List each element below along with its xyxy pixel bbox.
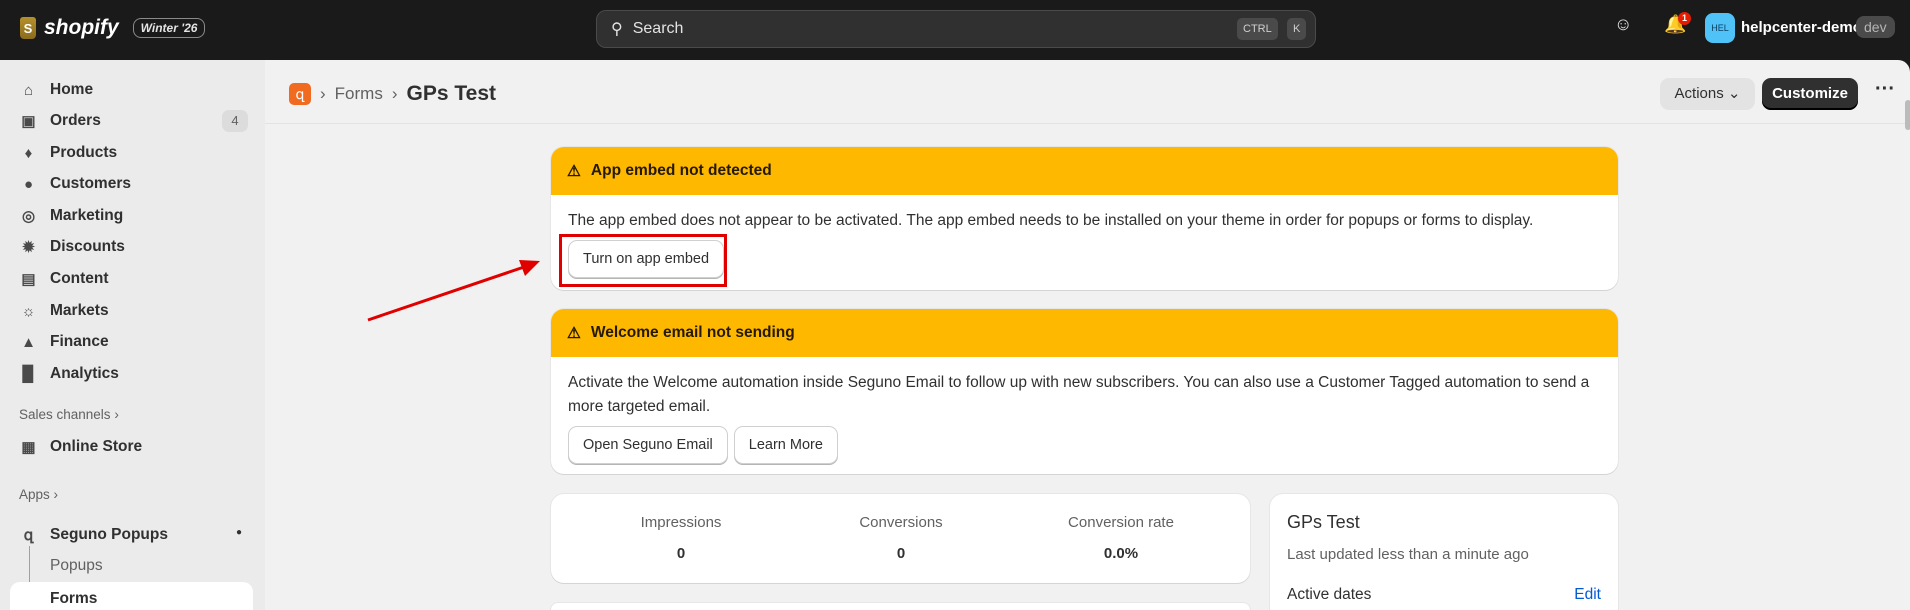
arrow-head <box>519 260 540 276</box>
annotation-arrow <box>367 260 540 322</box>
arrow-shaft <box>367 263 531 322</box>
